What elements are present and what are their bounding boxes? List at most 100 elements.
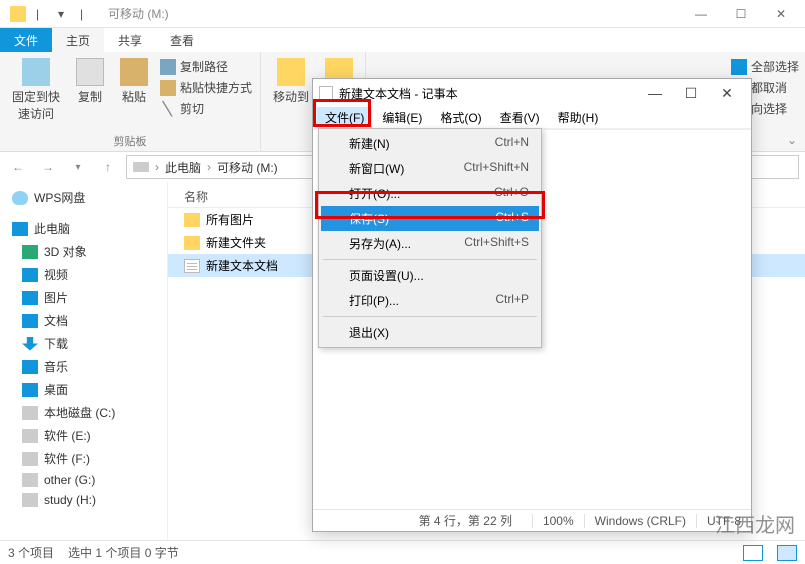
ribbon-collapse-icon[interactable]: ⌄ <box>787 133 797 147</box>
minimize-button[interactable]: — <box>681 7 721 21</box>
tab-view[interactable]: 查看 <box>156 28 208 52</box>
music-icon <box>22 360 38 374</box>
notepad-menu-view[interactable]: 查看(V) <box>492 107 548 128</box>
select-all-button[interactable]: 全部选择 <box>731 56 799 77</box>
clipboard-group-label: 剪贴板 <box>8 133 252 149</box>
menu-item-shortcut: Ctrl+S <box>495 210 529 227</box>
notepad-menu-format[interactable]: 格式(O) <box>432 107 489 128</box>
paste-shortcut-button[interactable]: 粘贴快捷方式 <box>160 77 252 98</box>
disk-icon <box>22 473 38 487</box>
nav-history-button[interactable]: ▾ <box>66 155 90 179</box>
menu-item[interactable]: 新窗口(W)Ctrl+Shift+N <box>321 156 539 181</box>
paste-button[interactable]: 粘贴 <box>116 56 152 124</box>
move-to-button[interactable]: 移动到 <box>269 56 313 107</box>
menu-item[interactable]: 新建(N) Ctrl+N <box>321 131 539 156</box>
menu-item-label: 新窗口(W) <box>349 160 404 177</box>
close-button[interactable]: ✕ <box>761 7 801 21</box>
notepad-close-button[interactable]: ✕ <box>709 85 745 102</box>
menu-item[interactable]: 保存(S) Ctrl+S <box>321 206 539 231</box>
paste-shortcut-label: 粘贴快捷方式 <box>180 79 252 96</box>
nav-documents[interactable]: 文档 <box>0 309 167 332</box>
nav-down-label: 下载 <box>44 335 68 352</box>
nav-video[interactable]: 视频 <box>0 263 167 286</box>
nav-disk-f[interactable]: 软件 (F:) <box>0 447 167 470</box>
pin-quickaccess-button[interactable]: 固定到快 速访问 <box>8 56 64 124</box>
nav-pictures[interactable]: 图片 <box>0 286 167 309</box>
notepad-eol: Windows (CRLF) <box>584 514 696 528</box>
menu-item[interactable]: 页面设置(U)... <box>321 263 539 288</box>
disk-icon <box>22 429 38 443</box>
pic-icon <box>22 291 38 305</box>
breadcrumb-drive[interactable]: 可移动 (M:) <box>217 159 278 176</box>
menu-item[interactable]: 另存为(A)...Ctrl+Shift+S <box>321 231 539 256</box>
notepad-statusbar: 第 4 行，第 22 列 100% Windows (CRLF) UTF-8 <box>313 509 751 531</box>
tab-share[interactable]: 共享 <box>104 28 156 52</box>
menu-separator <box>323 316 537 317</box>
status-bar: 3 个项目 选中 1 个项目 0 字节 <box>0 540 805 564</box>
qat-dropdown-icon[interactable]: ▾ <box>58 7 72 21</box>
nav-disk-g[interactable]: other (G:) <box>0 470 167 490</box>
deselect-label: 都取消 <box>751 79 787 96</box>
nav-back-button[interactable]: ← <box>6 155 30 179</box>
notepad-menu-help[interactable]: 帮助(H) <box>550 107 607 128</box>
download-icon <box>22 337 38 351</box>
copy-path-button[interactable]: 复制路径 <box>160 56 252 77</box>
notepad-minimize-button[interactable]: — <box>637 85 673 101</box>
menu-item-shortcut: Ctrl+Shift+S <box>464 235 529 252</box>
menu-item-label: 保存(S) <box>349 210 389 227</box>
menu-item[interactable]: 退出(X) <box>321 320 539 345</box>
tab-home[interactable]: 主页 <box>52 28 104 52</box>
breadcrumb-pc[interactable]: 此电脑 <box>165 159 201 176</box>
nav-up-button[interactable]: ↑ <box>96 155 120 179</box>
nav-forward-button[interactable]: → <box>36 155 60 179</box>
maximize-button[interactable]: ☐ <box>721 7 761 21</box>
nav-pane: WPS网盘 此电脑 3D 对象 视频 图片 文档 下载 音乐 桌面 本地磁盘 (… <box>0 182 168 540</box>
notepad-menubar: 文件(F) 编辑(E) 格式(O) 查看(V) 帮助(H) <box>313 107 751 129</box>
qat-sep: | <box>80 7 94 21</box>
nav-disk-h[interactable]: study (H:) <box>0 490 167 510</box>
menu-item-shortcut: Ctrl+N <box>495 135 529 152</box>
window-title: 可移动 (M:) <box>108 5 169 22</box>
menu-item-label: 新建(N) <box>349 135 390 152</box>
cut-button[interactable]: 剪切 <box>160 98 252 119</box>
menu-item-label: 退出(X) <box>349 324 389 341</box>
nav-disk-c[interactable]: 本地磁盘 (C:) <box>0 401 167 424</box>
folder-icon <box>184 213 200 227</box>
menu-item-label: 打印(P)... <box>349 292 399 309</box>
pc-icon <box>12 222 28 236</box>
obj3d-icon <box>22 245 38 259</box>
ribbon-tabs: 文件 主页 共享 查看 <box>0 28 805 52</box>
file-menu-dropdown: 新建(N) Ctrl+N 新窗口(W)Ctrl+Shift+N打开(O)...Ctr… <box>318 128 542 348</box>
notepad-cursor-pos: 第 4 行，第 22 列 <box>313 512 532 529</box>
nav-wps-label: WPS网盘 <box>34 189 85 206</box>
paste-label: 粘贴 <box>122 88 146 105</box>
cloud-icon <box>12 191 28 205</box>
nav-video-label: 视频 <box>44 266 68 283</box>
nav-3d[interactable]: 3D 对象 <box>0 240 167 263</box>
nav-wps[interactable]: WPS网盘 <box>0 186 167 209</box>
menu-item[interactable]: 打印(P)... Ctrl+P <box>321 288 539 313</box>
tab-file[interactable]: 文件 <box>0 28 52 52</box>
invert-label: 向选择 <box>751 100 787 117</box>
explorer-titlebar: | ▾ | 可移动 (M:) — ☐ ✕ <box>0 0 805 28</box>
nav-this-pc[interactable]: 此电脑 <box>0 217 167 240</box>
notepad-maximize-button[interactable]: ☐ <box>673 85 709 102</box>
copy-button[interactable]: 复制 <box>72 56 108 124</box>
nav-desktop[interactable]: 桌面 <box>0 378 167 401</box>
menu-separator <box>323 259 537 260</box>
nav-disk-e[interactable]: 软件 (E:) <box>0 424 167 447</box>
notepad-menu-file[interactable]: 文件(F) <box>317 107 372 128</box>
notepad-icon <box>319 86 333 100</box>
nav-music[interactable]: 音乐 <box>0 355 167 378</box>
menu-item-shortcut: Ctrl+P <box>495 292 529 309</box>
breadcrumb-sep-icon: › <box>155 160 159 174</box>
view-details-button[interactable] <box>743 545 763 561</box>
notepad-menu-edit[interactable]: 编辑(E) <box>374 107 430 128</box>
nav-downloads[interactable]: 下载 <box>0 332 167 355</box>
menu-item[interactable]: 打开(O)...Ctrl+O <box>321 181 539 206</box>
folder-icon <box>10 6 26 22</box>
nav-diskg-label: other (G:) <box>44 473 95 487</box>
view-icons-button[interactable] <box>777 545 797 561</box>
txt-icon <box>184 259 200 273</box>
folder-icon <box>184 236 200 250</box>
